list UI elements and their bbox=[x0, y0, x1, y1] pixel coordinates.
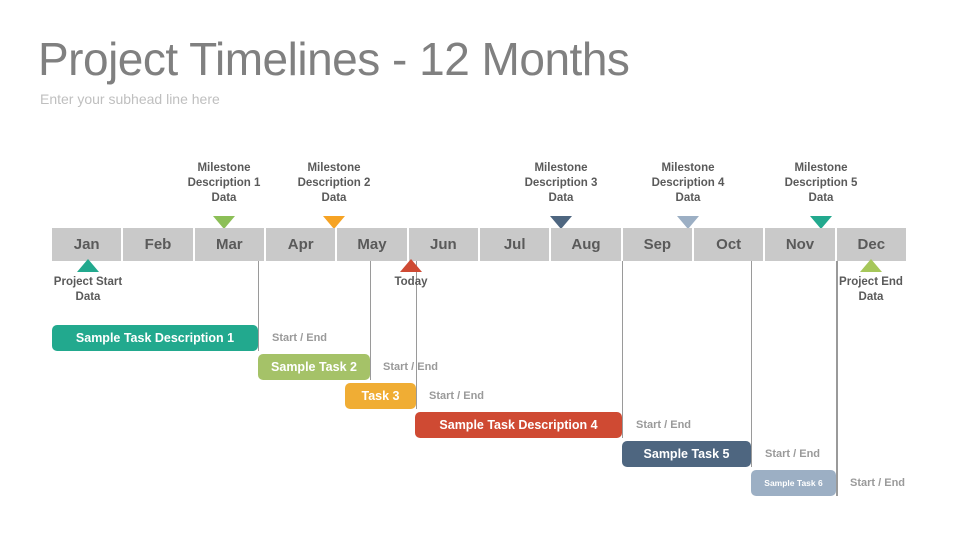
month-cell-aug[interactable]: Aug bbox=[551, 228, 621, 261]
month-cell-nov[interactable]: Nov bbox=[765, 228, 835, 261]
task-startend-label-1[interactable]: Start / End bbox=[272, 332, 327, 344]
month-label: May bbox=[357, 236, 387, 253]
project-end-line2: Data bbox=[858, 291, 884, 303]
milestone-2-line1: Milestone bbox=[307, 162, 361, 174]
task-startend-label-6[interactable]: Start / End bbox=[850, 477, 905, 489]
month-cell-apr[interactable]: Apr bbox=[266, 228, 336, 261]
month-label: Oct bbox=[716, 236, 742, 253]
milestone-4-line2: Description 4 bbox=[651, 177, 725, 189]
month-label: Jun bbox=[429, 236, 457, 253]
task-label-4: Sample Task Description 4 bbox=[439, 418, 598, 432]
month-cell-may[interactable]: May bbox=[337, 228, 407, 261]
milestone-label-2[interactable]: Milestone Description 2 Data bbox=[264, 161, 404, 206]
milestone-4-line3: Data bbox=[675, 192, 701, 204]
milestone-3-line1: Milestone bbox=[534, 162, 588, 174]
month-cell-oct[interactable]: Oct bbox=[694, 228, 764, 261]
month-label: Nov bbox=[785, 236, 815, 253]
milestone-label-3[interactable]: Milestone Description 3 Data bbox=[491, 161, 631, 206]
month-label: Aug bbox=[571, 236, 601, 253]
milestone-4-line1: Milestone bbox=[661, 162, 715, 174]
milestone-3-line3: Data bbox=[548, 192, 574, 204]
task-startend-label-4[interactable]: Start / End bbox=[636, 419, 691, 431]
month-label: Jul bbox=[503, 236, 526, 253]
today-label[interactable]: Today bbox=[351, 275, 471, 290]
month-cell-dec[interactable]: Dec bbox=[836, 228, 906, 261]
milestone-label-4[interactable]: Milestone Description 4 Data bbox=[618, 161, 758, 206]
month-cell-feb[interactable]: Feb bbox=[123, 228, 193, 261]
project-end-label[interactable]: Project End Data bbox=[811, 275, 931, 305]
guide-line-task-4 bbox=[622, 261, 623, 438]
task-label-6: Sample Task 6 bbox=[764, 478, 823, 488]
project-start-line1: Project Start bbox=[53, 276, 123, 288]
gantt-timeline-chart: Milestone Description 1 Data Milestone Descr… bbox=[0, 0, 960, 540]
month-cell-jul[interactable]: Jul bbox=[480, 228, 550, 261]
task-label-2: Sample Task 2 bbox=[271, 360, 357, 374]
task-label-1: Sample Task Description 1 bbox=[75, 331, 235, 345]
month-label: Jan bbox=[73, 236, 100, 253]
task-bar-5[interactable]: Sample Task 5 bbox=[622, 441, 751, 467]
milestone-2-line3: Data bbox=[321, 192, 347, 204]
month-label: Apr bbox=[287, 236, 314, 253]
task-bar-2[interactable]: Sample Task 2 bbox=[258, 354, 370, 380]
project-start-marker-up-icon[interactable] bbox=[77, 259, 99, 272]
milestone-label-5[interactable]: Milestone Description 5 Data bbox=[751, 161, 891, 206]
guide-line-task-1 bbox=[258, 261, 259, 351]
milestone-5-line2: Description 5 bbox=[784, 177, 858, 189]
milestone-3-line2: Description 3 bbox=[524, 177, 598, 189]
milestone-2-line2: Description 2 bbox=[297, 177, 371, 189]
month-cell-jan[interactable]: Jan bbox=[52, 228, 122, 261]
project-start-line2: Data bbox=[75, 291, 101, 303]
task-label-5: Sample Task 5 bbox=[643, 447, 730, 461]
month-axis: Jan Feb Mar Apr May Jun Jul Aug Sep Oct Nov Dec bbox=[52, 228, 908, 261]
guide-line-task-5 bbox=[751, 261, 752, 467]
task-startend-label-2[interactable]: Start / End bbox=[383, 361, 438, 373]
month-cell-mar[interactable]: Mar bbox=[194, 228, 264, 261]
milestone-5-line3: Data bbox=[808, 192, 834, 204]
month-cell-jun[interactable]: Jun bbox=[408, 228, 478, 261]
task-bar-1[interactable]: Sample Task Description 1 bbox=[52, 325, 258, 351]
today-line1: Today bbox=[394, 276, 428, 288]
project-end-marker-up-icon[interactable] bbox=[860, 259, 882, 272]
project-start-label[interactable]: Project Start Data bbox=[28, 275, 148, 305]
month-label: Mar bbox=[215, 236, 243, 253]
project-end-line1: Project End bbox=[839, 276, 903, 288]
month-cell-sep[interactable]: Sep bbox=[622, 228, 692, 261]
task-startend-label-5[interactable]: Start / End bbox=[765, 448, 820, 460]
today-marker-up-icon[interactable] bbox=[400, 259, 422, 272]
task-bar-6[interactable]: Sample Task 6 bbox=[751, 470, 836, 496]
task-startend-label-3[interactable]: Start / End bbox=[429, 390, 484, 402]
task-bar-4[interactable]: Sample Task Description 4 bbox=[415, 412, 622, 438]
month-label: Feb bbox=[144, 236, 172, 253]
task-label-3: Task 3 bbox=[361, 389, 400, 403]
month-label: Sep bbox=[643, 236, 672, 253]
month-label: Dec bbox=[857, 236, 886, 253]
milestone-5-line1: Milestone bbox=[794, 162, 848, 174]
task-bar-3[interactable]: Task 3 bbox=[345, 383, 416, 409]
